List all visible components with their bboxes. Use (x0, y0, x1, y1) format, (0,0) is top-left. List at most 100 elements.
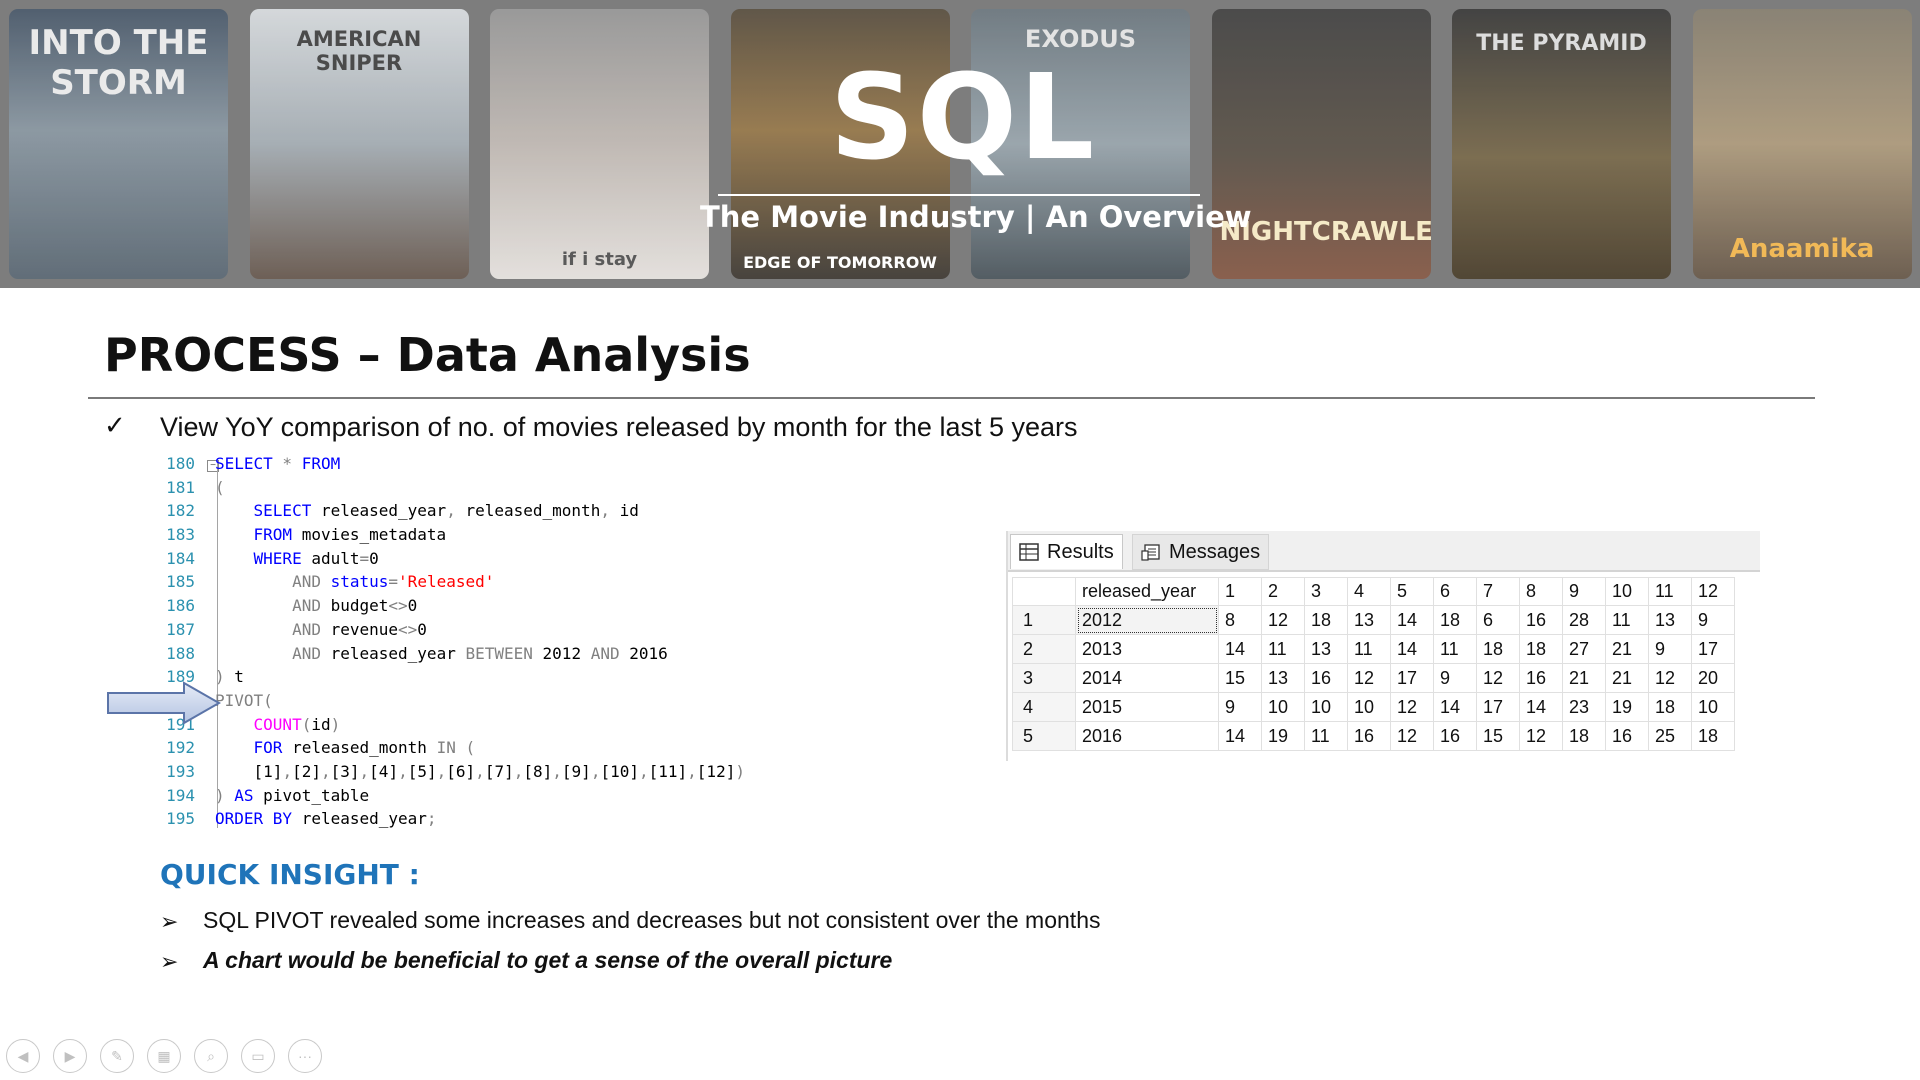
row-number[interactable]: 1 (1012, 605, 1076, 635)
cell-month-count[interactable]: 9 (1218, 692, 1262, 722)
cell-month-count[interactable]: 17 (1476, 692, 1520, 722)
cell-month-count[interactable]: 9 (1691, 605, 1735, 635)
cell-month-count[interactable]: 10 (1261, 692, 1305, 722)
cell-released-year[interactable]: 2013 (1075, 634, 1219, 664)
cell-month-count[interactable]: 15 (1476, 721, 1520, 751)
cell-month-count[interactable]: 10 (1304, 692, 1348, 722)
cell-month-count[interactable]: 9 (1433, 663, 1477, 693)
cell-month-count[interactable]: 16 (1433, 721, 1477, 751)
banner-divider (718, 194, 1200, 196)
column-header[interactable]: 3 (1304, 577, 1348, 606)
cell-month-count[interactable]: 16 (1605, 721, 1649, 751)
cell-month-count[interactable]: 10 (1691, 692, 1735, 722)
cell-month-count[interactable]: 21 (1605, 663, 1649, 693)
cell-month-count[interactable]: 28 (1562, 605, 1606, 635)
cell-month-count[interactable]: 18 (1562, 721, 1606, 751)
cell-month-count[interactable]: 11 (1347, 634, 1391, 664)
cell-month-count[interactable]: 12 (1648, 663, 1692, 693)
cell-released-year[interactable]: 2012 (1075, 605, 1219, 635)
cell-month-count[interactable]: 25 (1648, 721, 1692, 751)
column-header[interactable]: 2 (1261, 577, 1305, 606)
row-number[interactable]: 3 (1012, 663, 1076, 693)
row-number[interactable]: 4 (1012, 692, 1076, 722)
cell-month-count[interactable]: 14 (1390, 634, 1434, 664)
more-options-icon[interactable]: ··· (288, 1039, 322, 1073)
cell-month-count[interactable]: 11 (1304, 721, 1348, 751)
messages-icon (1141, 544, 1160, 561)
cell-month-count[interactable]: 15 (1218, 663, 1262, 693)
column-header[interactable]: 4 (1347, 577, 1391, 606)
cell-month-count[interactable]: 18 (1304, 605, 1348, 635)
cell-month-count[interactable]: 14 (1218, 721, 1262, 751)
cell-month-count[interactable]: 12 (1476, 663, 1520, 693)
cell-month-count[interactable]: 10 (1347, 692, 1391, 722)
column-header[interactable]: 10 (1605, 577, 1649, 606)
column-header[interactable]: 7 (1476, 577, 1520, 606)
column-header[interactable]: 8 (1519, 577, 1563, 606)
cell-month-count[interactable]: 14 (1433, 692, 1477, 722)
cell-month-count[interactable]: 13 (1304, 634, 1348, 664)
cell-month-count[interactable]: 16 (1304, 663, 1348, 693)
cell-month-count[interactable]: 11 (1261, 634, 1305, 664)
column-header[interactable]: 1 (1218, 577, 1262, 606)
cell-month-count[interactable]: 11 (1433, 634, 1477, 664)
cell-month-count[interactable]: 6 (1476, 605, 1520, 635)
table-row[interactable]: 2 2013 14 11 13 11 14 11 18 18 27 21 9 17 (1012, 634, 1735, 664)
cell-month-count[interactable]: 18 (1433, 605, 1477, 635)
cell-month-count[interactable]: 12 (1390, 721, 1434, 751)
cell-month-count[interactable]: 14 (1390, 605, 1434, 635)
pen-icon[interactable]: ✎ (100, 1039, 134, 1073)
cell-month-count[interactable]: 8 (1218, 605, 1262, 635)
cell-month-count[interactable]: 21 (1562, 663, 1606, 693)
cell-month-count[interactable]: 12 (1261, 605, 1305, 635)
cell-released-year[interactable]: 2016 (1075, 721, 1219, 751)
column-header[interactable]: 5 (1390, 577, 1434, 606)
subtitles-icon[interactable]: ▭ (241, 1039, 275, 1073)
cell-month-count[interactable]: 11 (1605, 605, 1649, 635)
table-row[interactable]: 4 2015 9 10 10 10 12 14 17 14 23 19 18 10 (1012, 692, 1735, 722)
cell-month-count[interactable]: 18 (1648, 692, 1692, 722)
cell-month-count[interactable]: 12 (1347, 663, 1391, 693)
cell-month-count[interactable]: 16 (1519, 605, 1563, 635)
cell-month-count[interactable]: 19 (1261, 721, 1305, 751)
table-row[interactable]: 1 2012 8 12 18 13 14 18 6 16 28 11 13 9 (1012, 605, 1735, 635)
column-header[interactable]: released_year (1075, 577, 1219, 606)
zoom-icon[interactable]: ⌕ (194, 1039, 228, 1073)
cell-month-count[interactable]: 18 (1476, 634, 1520, 664)
cell-month-count[interactable]: 18 (1519, 634, 1563, 664)
previous-slide-icon[interactable]: ◀ (6, 1039, 40, 1073)
table-row[interactable]: 5 2016 14 19 11 16 12 16 15 12 18 16 25 18 (1012, 721, 1735, 751)
cell-month-count[interactable]: 23 (1562, 692, 1606, 722)
cell-month-count[interactable]: 13 (1261, 663, 1305, 693)
cell-month-count[interactable]: 17 (1390, 663, 1434, 693)
cell-month-count[interactable]: 16 (1519, 663, 1563, 693)
cell-month-count[interactable]: 9 (1648, 634, 1692, 664)
cell-month-count[interactable]: 17 (1691, 634, 1735, 664)
column-header[interactable]: 9 (1562, 577, 1606, 606)
column-header[interactable]: 6 (1433, 577, 1477, 606)
column-header[interactable]: 11 (1648, 577, 1692, 606)
movie-poster: if i stay (490, 9, 709, 279)
tab-messages[interactable]: Messages (1132, 534, 1270, 570)
cell-month-count[interactable]: 14 (1519, 692, 1563, 722)
cell-month-count[interactable]: 19 (1605, 692, 1649, 722)
row-number[interactable]: 2 (1012, 634, 1076, 664)
cell-month-count[interactable]: 20 (1691, 663, 1735, 693)
cell-released-year[interactable]: 2014 (1075, 663, 1219, 693)
cell-released-year[interactable]: 2015 (1075, 692, 1219, 722)
cell-month-count[interactable]: 14 (1218, 634, 1262, 664)
cell-month-count[interactable]: 13 (1347, 605, 1391, 635)
column-header[interactable]: 12 (1691, 577, 1735, 606)
cell-month-count[interactable]: 12 (1390, 692, 1434, 722)
slides-grid-icon[interactable]: ▦ (147, 1039, 181, 1073)
next-slide-icon[interactable]: ▶ (53, 1039, 87, 1073)
cell-month-count[interactable]: 13 (1648, 605, 1692, 635)
cell-month-count[interactable]: 21 (1605, 634, 1649, 664)
cell-month-count[interactable]: 16 (1347, 721, 1391, 751)
cell-month-count[interactable]: 18 (1691, 721, 1735, 751)
cell-month-count[interactable]: 12 (1519, 721, 1563, 751)
table-row[interactable]: 3 2014 15 13 16 12 17 9 12 16 21 21 12 20 (1012, 663, 1735, 693)
tab-results[interactable]: Results (1010, 534, 1123, 569)
cell-month-count[interactable]: 27 (1562, 634, 1606, 664)
row-number[interactable]: 5 (1012, 721, 1076, 751)
